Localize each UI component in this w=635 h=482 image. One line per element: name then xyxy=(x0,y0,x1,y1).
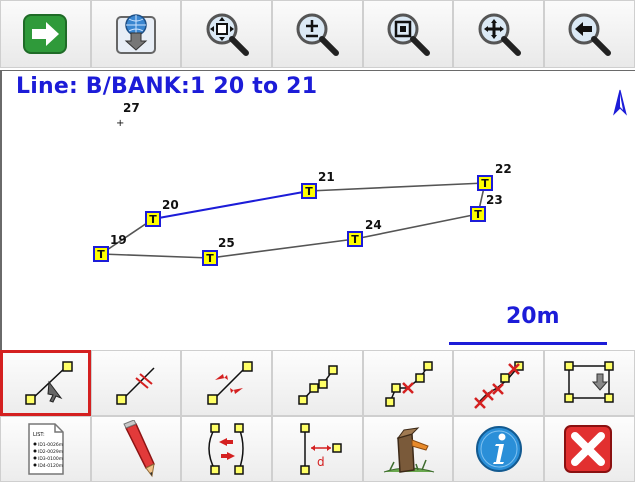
svg-text:T: T xyxy=(351,233,359,246)
svg-text:T: T xyxy=(206,252,214,265)
list-document-row: ID4-0120m xyxy=(38,463,63,469)
station-marker[interactable]: T xyxy=(477,175,493,191)
survey-plot: + 27 T 19 T 20 T 21 T 22 T 23 T 24 T 25 xyxy=(93,101,512,266)
rectangle-down-icon xyxy=(564,361,615,403)
scale-bar xyxy=(449,342,607,345)
info-icon xyxy=(475,426,522,472)
station-marker[interactable]: T xyxy=(347,231,363,247)
list-document-row: ID2-0029m xyxy=(38,449,63,455)
split-line-button[interactable] xyxy=(90,350,182,416)
station-label: 21 xyxy=(318,170,335,184)
polyline-icon xyxy=(298,365,339,405)
info-button[interactable] xyxy=(453,416,545,482)
traverse-segment xyxy=(100,253,211,259)
station-marker[interactable]: T xyxy=(145,211,161,227)
svg-text:T: T xyxy=(97,248,105,261)
survey-stake-icon xyxy=(383,427,435,473)
distance-icon: d xyxy=(300,423,343,475)
station-marker[interactable]: T xyxy=(301,183,317,199)
reverse-line-icon xyxy=(206,361,253,405)
station-marker[interactable]: T xyxy=(470,206,486,222)
scale-label: 20m xyxy=(506,304,560,329)
station-label: 20 xyxy=(162,198,179,212)
stray-point-label: 27 xyxy=(123,101,140,115)
station-label: 19 xyxy=(110,233,127,247)
svg-text:T: T xyxy=(305,185,313,198)
close-icon xyxy=(564,425,613,473)
swap-lines-icon xyxy=(207,423,244,475)
split-line-icon xyxy=(116,367,155,405)
distance-button[interactable]: d xyxy=(272,416,363,482)
delete-point-icon xyxy=(385,361,433,407)
station-label: 24 xyxy=(365,218,382,232)
station-marker[interactable]: T xyxy=(202,250,218,266)
reverse-line-button[interactable] xyxy=(181,350,273,416)
swap-lines-button[interactable] xyxy=(181,416,273,482)
traverse-segment xyxy=(308,182,486,192)
select-line-button[interactable] xyxy=(0,350,91,416)
station-marker[interactable]: T xyxy=(93,246,109,262)
list-document-title: LIST: xyxy=(33,432,45,438)
pencil-icon xyxy=(123,420,156,478)
svg-text:T: T xyxy=(474,208,482,221)
distance-icon-label: d xyxy=(317,455,325,469)
tool-grid: LIST: ID1-0026m ID2-0029m ID3-0100m ID4-… xyxy=(0,350,635,482)
station-label: 25 xyxy=(218,236,235,250)
pencil-button[interactable] xyxy=(90,416,182,482)
polyline-button[interactable] xyxy=(272,350,363,416)
svg-text:T: T xyxy=(481,177,489,190)
close-button[interactable] xyxy=(544,416,635,482)
stray-point-mark: + xyxy=(116,118,124,129)
svg-text:T: T xyxy=(149,213,157,226)
list-button[interactable]: LIST: ID1-0026m ID2-0029m ID3-0100m ID4-… xyxy=(0,416,91,482)
survey-stake-button[interactable] xyxy=(362,416,454,482)
delete-points-icon xyxy=(473,361,524,409)
list-document-row: ID3-0100m xyxy=(38,456,63,462)
rectangle-down-button[interactable] xyxy=(544,350,635,416)
delete-point-button[interactable] xyxy=(362,350,454,416)
select-line-icon xyxy=(25,361,74,405)
list-document-row: ID1-0026m xyxy=(38,442,63,448)
station-label: 23 xyxy=(486,193,503,207)
station-label: 22 xyxy=(495,162,512,176)
delete-points-button[interactable] xyxy=(453,350,545,416)
list-document-icon: LIST: ID1-0026m ID2-0029m ID3-0100m ID4-… xyxy=(28,423,65,475)
